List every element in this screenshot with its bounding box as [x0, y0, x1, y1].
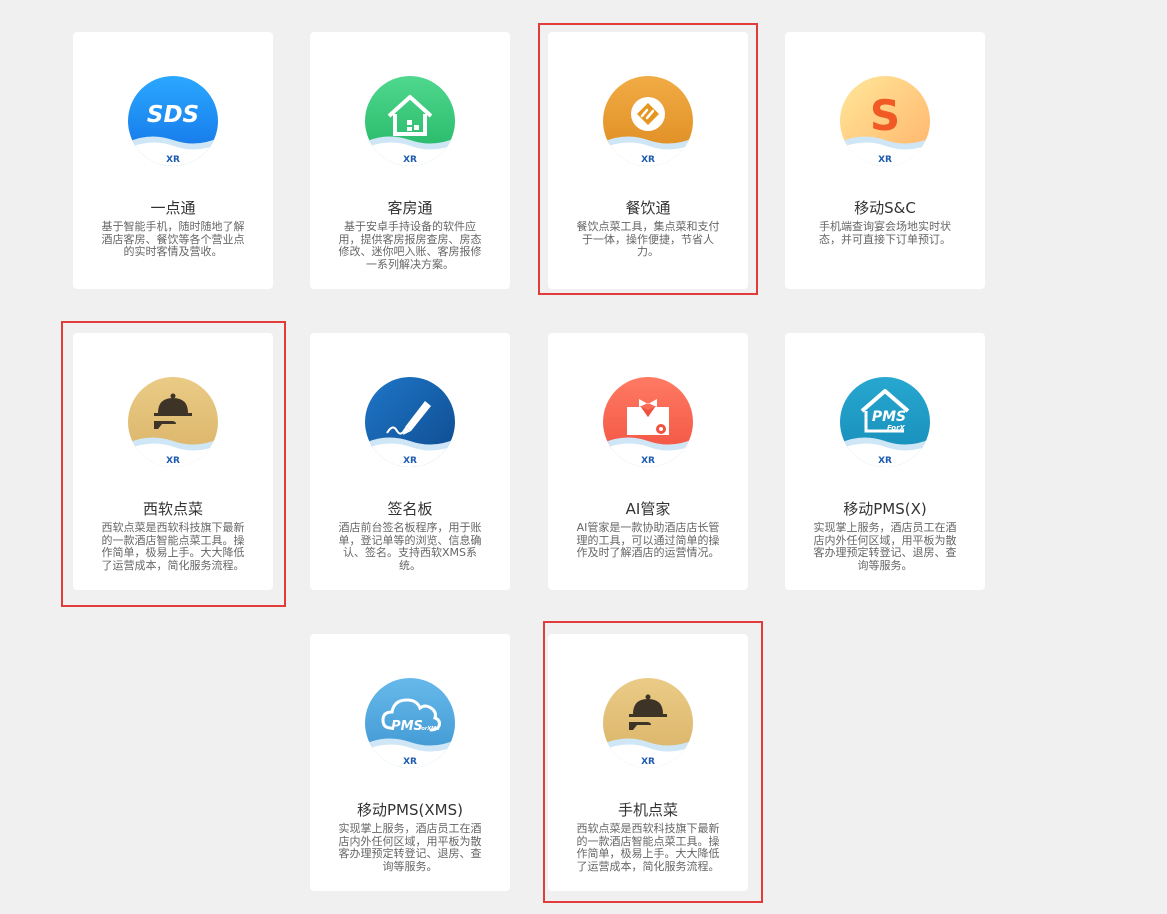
card-title: 移动PMS(XMS) [357, 801, 463, 819]
card-mobile-pms-xms[interactable]: PMS ForXMS XR 移动PMS(XMS) 实现掌上服务，酒店员工在酒店内… [310, 634, 510, 891]
card-title: 移动PMS(X) [843, 500, 927, 518]
xr-badge: XR [878, 155, 892, 165]
card-desc: AI管家是一款协助酒店店长管理的工具，可以通过简单的操作及时了解酒店的运营情况。 [576, 521, 720, 559]
xr-badge: XR [878, 456, 892, 466]
card-xiruan-diancai[interactable]: XR 西软点菜 西软点菜是西软科技旗下最新的一款酒店智能点菜工具。操作简单，极易… [73, 333, 273, 590]
xr-badge: XR [166, 155, 180, 165]
pms-cloud-icon: PMS ForXMS XR [365, 678, 455, 768]
house-qr-icon: XR [365, 76, 455, 166]
pms-text: PMS [872, 409, 906, 425]
card-mobile-sc[interactable]: S XR 移动S&C 手机端查询宴会场地实时状态，并可直接下订单预订。 [785, 32, 985, 289]
cloche-hand-icon: XR [603, 678, 693, 768]
card-yidiantong[interactable]: SDS XR 一点通 基于智能手机，随时随地了解酒店客房、餐饮等各个营业点的实时… [73, 32, 273, 289]
card-desc: 酒店前台签名板程序，用于账单，登记单等的浏览、信息确认、签名。支持西软XMS系统… [338, 521, 482, 572]
card-desc: 西软点菜是西软科技旗下最新的一款酒店智能点菜工具。操作简单，极易上手。大大降低了… [101, 521, 245, 572]
xr-badge: XR [166, 456, 180, 466]
s-letter-text: S [870, 91, 900, 140]
card-title: 客房通 [387, 199, 433, 217]
card-title: AI管家 [625, 500, 671, 518]
card-desc: 手机端查询宴会场地实时状态，并可直接下订单预订。 [819, 220, 951, 246]
xr-badge: XR [403, 456, 417, 466]
card-title: 移动S&C [854, 199, 916, 217]
cloche-hand-icon: XR [128, 377, 218, 467]
card-mobile-diancai[interactable]: XR 手机点菜 西软点菜是西软科技旗下最新的一款酒店智能点菜工具。操作简单，极易… [548, 634, 748, 891]
xr-badge: XR [641, 757, 655, 767]
sds-icon: SDS XR [128, 76, 218, 166]
xr-badge: XR [403, 155, 417, 165]
card-title: 签名板 [387, 500, 433, 518]
card-ai-butler[interactable]: XR AI管家 AI管家是一款协助酒店店长管理的工具，可以通过简单的操作及时了解… [548, 333, 748, 590]
card-signature-board[interactable]: XR 签名板 酒店前台签名板程序，用于账单，登记单等的浏览、信息确认、签名。支持… [310, 333, 510, 590]
card-desc: 基于智能手机，随时随地了解酒店客房、餐饮等各个营业点的实时客情及营收。 [101, 220, 245, 258]
card-desc: 实现掌上服务，酒店员工在酒店内外任何区域，用平板为散客办理预定转登记、退房、查询… [813, 521, 957, 572]
card-title: 一点通 [150, 199, 196, 217]
card-desc: 餐饮点菜工具，集点菜和支付于一体，操作便捷，节省人力。 [576, 220, 720, 258]
card-title: 餐饮通 [625, 199, 671, 217]
s-letter-icon: S XR [840, 76, 930, 166]
card-desc: 西软点菜是西软科技旗下最新的一款酒店智能点菜工具。操作简单，极易上手。大大降低了… [576, 822, 720, 873]
pms-subtext: ForX [887, 424, 905, 432]
card-title: 西软点菜 [142, 500, 203, 518]
xr-badge: XR [641, 155, 655, 165]
card-desc: 基于安卓手持设备的软件应用，提供客房报房查房、房态修改、迷你吧入账、客房报修一系… [338, 220, 482, 271]
card-kefangtong[interactable]: XR 客房通 基于安卓手持设备的软件应用，提供客房报房查房、房态修改、迷你吧入账… [310, 32, 510, 289]
sds-icon-text: SDS [147, 102, 199, 128]
card-desc: 实现掌上服务，酒店员工在酒店内外任何区域，用平板为散客办理预定转登记、退房、查询… [338, 822, 482, 873]
xr-badge: XR [403, 757, 417, 767]
butler-icon: XR [603, 377, 693, 467]
card-title: 手机点菜 [617, 801, 678, 819]
pms-subtext: ForXMS [418, 726, 440, 732]
xr-badge: XR [641, 456, 655, 466]
card-canyintong[interactable]: XR 餐饮通 餐饮点菜工具，集点菜和支付于一体，操作便捷，节省人力。 [548, 32, 748, 289]
pms-house-icon: PMS ForX XR [840, 377, 930, 467]
signature-pen-icon: XR [365, 377, 455, 467]
card-mobile-pms-x[interactable]: PMS ForX XR 移动PMS(X) 实现掌上服务，酒店员工在酒店内外任何区… [785, 333, 985, 590]
restaurant-diamond-icon: XR [603, 76, 693, 166]
